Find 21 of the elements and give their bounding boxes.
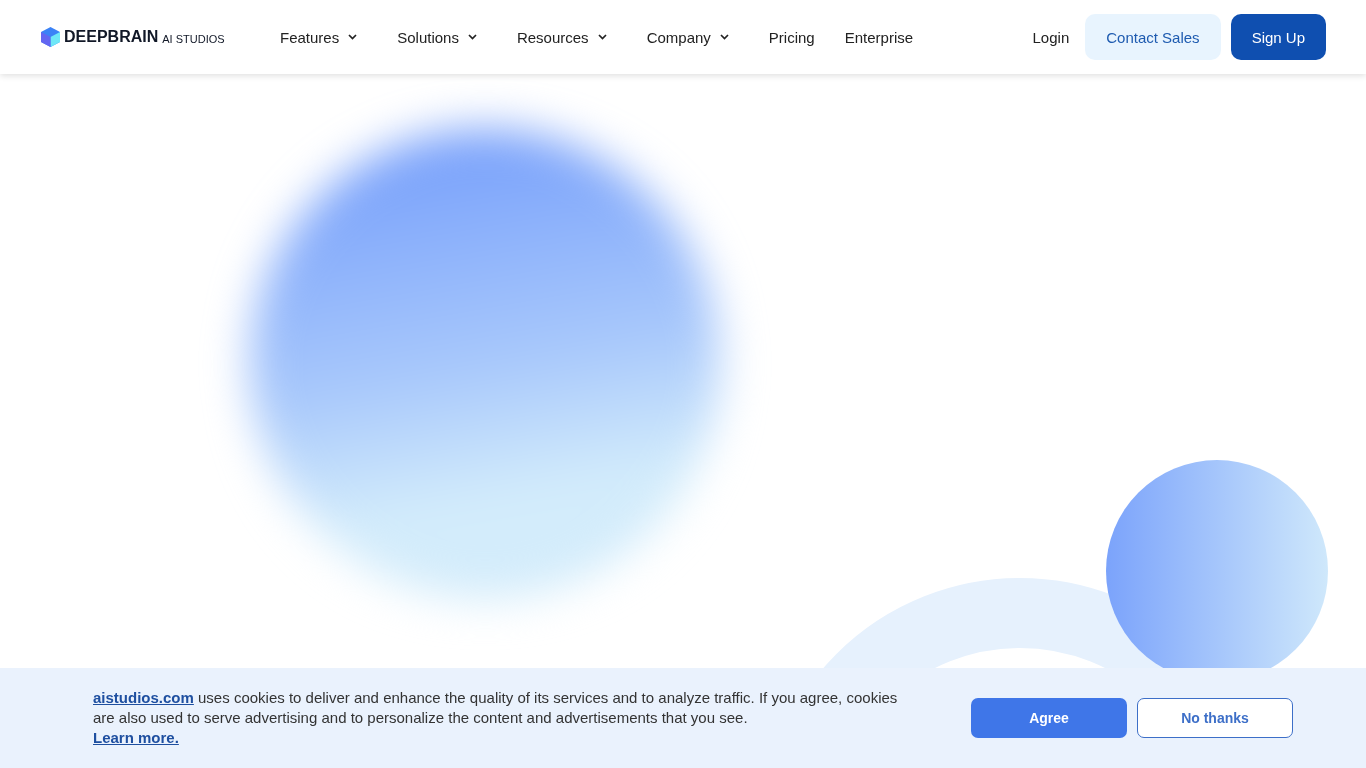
learn-more-link[interactable]: Learn more. <box>93 729 179 746</box>
login-link[interactable]: Login <box>1032 28 1070 46</box>
chevron-down-icon <box>719 34 729 40</box>
site-link[interactable]: aistudios.com <box>93 689 194 706</box>
nav-link[interactable]: Features <box>280 28 358 46</box>
agree-button[interactable]: Agree <box>971 698 1127 738</box>
sign-up-button[interactable]: Sign Up <box>1230 14 1326 60</box>
brand-name: DEEPBRAIN <box>64 28 159 46</box>
cube-logo-icon <box>41 27 60 47</box>
nav-link[interactable]: Company <box>646 28 729 46</box>
nav-link[interactable]: Solutions <box>397 28 477 46</box>
chevron-down-icon <box>467 34 477 40</box>
no-thanks-button[interactable]: No thanks <box>1137 698 1293 738</box>
contact-sales-button[interactable]: Contact Sales <box>1085 14 1221 60</box>
nav-link[interactable]: Pricing <box>768 28 815 46</box>
nav-link[interactable]: Enterprise <box>844 28 914 46</box>
nav-link[interactable]: Resources <box>516 28 607 46</box>
chevron-down-icon <box>348 34 358 40</box>
chevron-down-icon <box>597 34 607 40</box>
cookie-message: aistudios.com uses cookies to deliver and enhance the quality of its services and to analyze traffic. If you agree, cookies are also used to serve advertising and to personalize the content and advertisements that you see. Learn more. <box>93 688 899 748</box>
product-name: AI STUDIOS <box>162 32 225 45</box>
